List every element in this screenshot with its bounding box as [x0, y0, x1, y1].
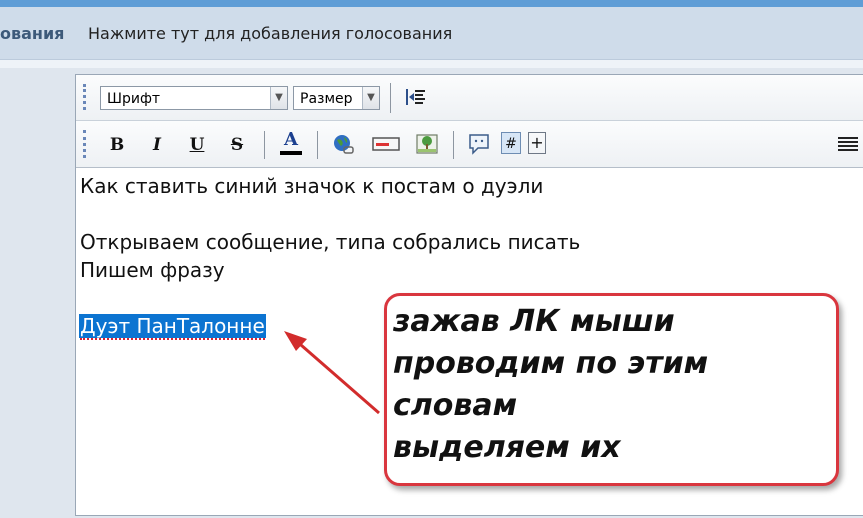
chevron-down-icon[interactable]: ▼ — [270, 87, 287, 109]
insert-image-button[interactable] — [415, 132, 439, 156]
quote-button[interactable] — [467, 132, 491, 156]
toolbar-separator — [317, 131, 318, 159]
window-top-strip — [0, 0, 863, 7]
text-line: Открываем сообщение, типа собрались писа… — [80, 230, 581, 254]
align-justify-icon — [838, 137, 858, 151]
text-line: Пишем фразу — [80, 258, 225, 282]
font-select-label: Шрифт — [107, 91, 161, 107]
toolbar-grip[interactable] — [83, 84, 90, 110]
callout-line: словам — [393, 388, 518, 423]
toolbar-separator — [390, 83, 391, 113]
toolbar-grip[interactable] — [83, 130, 90, 158]
insert-link-button[interactable] — [331, 132, 355, 156]
toolbar-row-1: Шрифт ▼ Размер ▼ — [76, 75, 863, 121]
selected-text-value: Дуэт ПанТалонне — [80, 314, 265, 340]
bold-button[interactable]: B — [105, 133, 129, 157]
tab-add-poll[interactable]: Нажмите тут для добавления голосования — [88, 24, 452, 43]
color-swatch — [280, 151, 302, 155]
underline-button[interactable]: U — [185, 133, 209, 157]
indent-list-button[interactable] — [403, 85, 427, 109]
image-icon — [416, 134, 438, 154]
callout-line: проводим по этим — [393, 346, 709, 381]
globe-link-icon — [334, 135, 354, 154]
frame-icon — [372, 137, 400, 151]
text-line: Как ставить синий значок к постам о дуэл… — [80, 174, 544, 198]
text-color-button[interactable]: A — [279, 129, 303, 159]
code-hash-button[interactable]: # — [501, 132, 521, 154]
toolbar-row-2: B I U S A # + — [76, 121, 863, 168]
tab-bar-divider — [0, 60, 863, 68]
tab-active[interactable]: ования — [0, 24, 64, 43]
text-color-label: A — [284, 129, 298, 150]
size-select-label: Размер — [300, 91, 353, 107]
italic-button[interactable]: I — [145, 133, 169, 157]
strikethrough-button[interactable]: S — [225, 133, 249, 157]
editor-tab-bar: ования Нажмите тут для добавления голосо… — [0, 7, 863, 60]
left-margin — [0, 68, 75, 502]
toolbar-separator — [453, 131, 454, 159]
align-justify-button[interactable] — [836, 132, 860, 156]
speech-bubble-icon — [469, 134, 489, 155]
annotation-callout: зажав ЛК мыши проводим по этим словам вы… — [384, 293, 839, 486]
indent-list-icon — [406, 89, 425, 105]
expand-plus-button[interactable]: + — [528, 132, 546, 154]
font-select[interactable]: Шрифт ▼ — [100, 86, 288, 110]
chevron-down-icon[interactable]: ▼ — [362, 87, 379, 109]
callout-line: выделяем их — [393, 430, 621, 465]
callout-line: зажав ЛК мыши — [393, 304, 675, 339]
selected-text[interactable]: Дуэт ПанТалонне — [79, 314, 266, 340]
selected-text-line[interactable]: Дуэт ПанТалонне — [79, 314, 266, 340]
insert-image-frame-button[interactable] — [370, 132, 402, 156]
size-select[interactable]: Размер ▼ — [293, 86, 380, 110]
toolbar-separator — [264, 131, 265, 159]
